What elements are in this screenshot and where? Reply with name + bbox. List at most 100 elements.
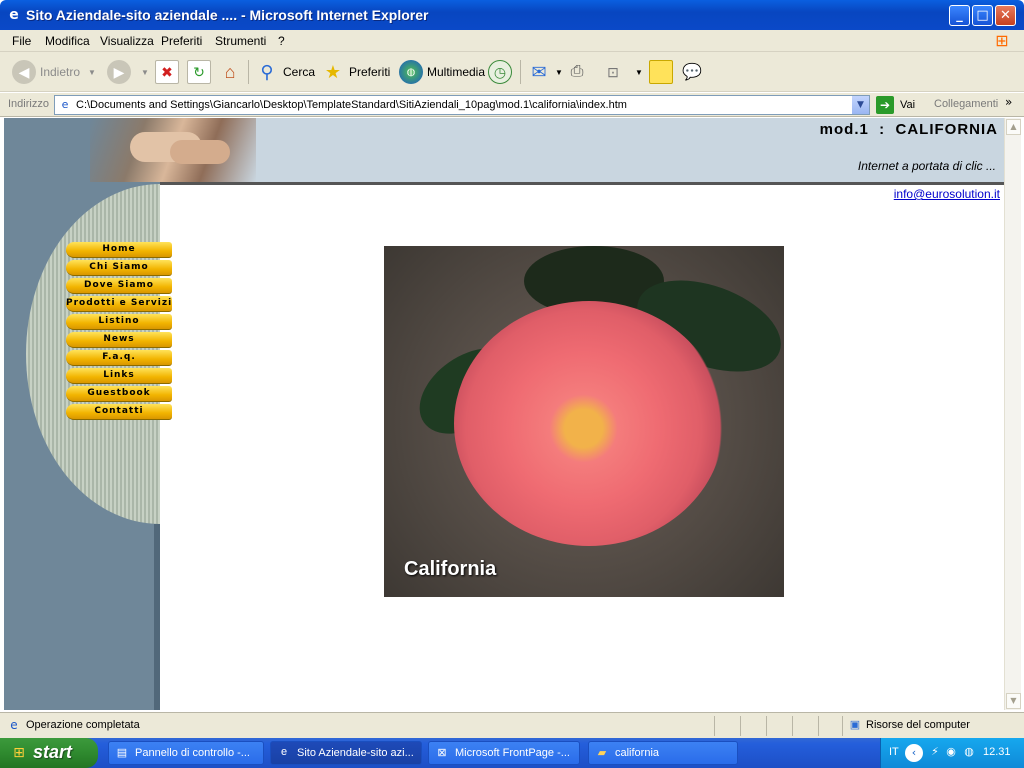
nav-guestbook[interactable]: Guestbook [66, 386, 172, 402]
go-button[interactable]: ➔ Vai [876, 96, 915, 114]
status-divider [766, 716, 767, 736]
folder-icon: ▰ [597, 747, 607, 759]
toolbar-separator [520, 60, 521, 84]
dropdown-arrow-icon: ▼ [635, 67, 643, 77]
page-subtitle: Internet a portata di clic ... [857, 159, 996, 173]
printer-icon: ⎙ [570, 63, 584, 80]
hand-shape [170, 140, 230, 164]
edit-icon: ⊡ [607, 63, 619, 80]
windows-logo-icon: ⊞ [995, 31, 1009, 50]
go-label: Vai [900, 99, 916, 111]
computer-icon: ▣ [849, 719, 861, 731]
frontpage-icon: ⊠ [437, 747, 447, 759]
dropdown-arrow-icon: ▼ [88, 67, 96, 77]
scroll-up-icon[interactable]: ▲ [1006, 119, 1021, 135]
media-button[interactable]: ◍ Multimedia [399, 58, 485, 86]
back-button[interactable]: ◀ Indietro ▼ [12, 58, 96, 86]
note-icon [649, 60, 673, 84]
nav-listino[interactable]: Listino [66, 314, 172, 330]
close-button[interactable]: ✕ [995, 5, 1016, 26]
network-icon[interactable]: ⚡ [927, 745, 943, 761]
search-label: Cerca [283, 65, 316, 79]
menu-strumenti[interactable]: Strumenti [215, 34, 266, 48]
status-divider [842, 716, 843, 736]
status-divider [740, 716, 741, 736]
discuss-button[interactable] [649, 58, 677, 86]
status-divider [818, 716, 819, 736]
nav-faq[interactable]: F.a.q. [66, 350, 172, 366]
control-panel-icon: ▤ [116, 747, 128, 759]
scroll-down-icon[interactable]: ▼ [1006, 693, 1021, 709]
address-label: Indirizzo [8, 98, 49, 110]
menu-help[interactable]: ? [278, 34, 285, 48]
favorites-button[interactable]: ★ Preferiti [321, 58, 390, 86]
task-label: Microsoft FrontPage -... [455, 747, 570, 759]
volume-icon[interactable]: ◉ [943, 745, 959, 761]
page-icon: e [61, 98, 69, 111]
nav-home[interactable]: Home [66, 242, 172, 258]
menu-visualizza[interactable]: Visualizza [100, 34, 154, 48]
taskbar: ⊞ start ▤ Pannello di controllo -... e S… [0, 738, 1024, 768]
status-divider [792, 716, 793, 736]
go-arrow-icon: ➔ [876, 96, 894, 114]
back-label: Indietro [40, 65, 81, 79]
title-bar[interactable]: e Sito Aziendale-sito aziendale .... - M… [0, 0, 1024, 30]
handshake-image [90, 118, 256, 182]
chevron-left-icon[interactable]: ‹ [905, 744, 923, 762]
security-zone: ▣ Risorse del computer [848, 718, 970, 732]
header-rule [154, 182, 1004, 185]
status-text: Operazione completata [26, 719, 140, 731]
task-california-folder[interactable]: ▰ california [588, 741, 738, 765]
search-icon: ⚲ [260, 61, 274, 82]
forward-button[interactable]: ▶ ▼ [107, 58, 149, 86]
address-url: C:\Documents and Settings\Giancarlo\Desk… [76, 99, 627, 111]
email-link[interactable]: info@eurosolution.it [894, 187, 1000, 201]
nav-news[interactable]: News [66, 332, 172, 348]
refresh-icon: ↻ [187, 60, 211, 84]
start-button[interactable]: ⊞ start [0, 738, 98, 768]
menu-file[interactable]: File [12, 34, 31, 48]
dropdown-arrow-icon: ▼ [141, 67, 149, 77]
nav-dove-siamo[interactable]: Dove Siamo [66, 278, 172, 294]
clock: 12.31 [983, 746, 1011, 758]
history-button[interactable]: ◷ [488, 58, 516, 86]
ie-icon: e [9, 7, 19, 23]
task-frontpage[interactable]: ⊠ Microsoft FrontPage -... [428, 741, 580, 765]
print-button[interactable]: ⎙ [565, 58, 593, 86]
search-button[interactable]: ⚲ Cerca [255, 58, 315, 86]
stop-button[interactable]: ✖ [155, 58, 183, 86]
address-input[interactable]: e C:\Documents and Settings\Giancarlo\De… [54, 95, 870, 115]
links-toolbar[interactable]: Collegamenti [934, 98, 998, 110]
camellia-flower [454, 301, 724, 546]
messenger-button[interactable]: 💬 [680, 58, 708, 86]
menu-preferiti[interactable]: Preferiti [161, 34, 202, 48]
chevron-right-icon[interactable]: » [1005, 95, 1012, 109]
refresh-button[interactable]: ↻ [187, 58, 215, 86]
task-internet-explorer[interactable]: e Sito Aziendale-sito azi... [270, 741, 422, 765]
page-icon: e [10, 718, 18, 732]
minimize-button[interactable]: _ [949, 5, 970, 26]
menu-modifica[interactable]: Modifica [45, 34, 90, 48]
nav-prodotti-servizi[interactable]: Prodotti e Servizi [66, 296, 172, 312]
start-label: start [33, 742, 73, 762]
menu-bar: File Modifica Visualizza Preferiti Strum… [0, 30, 1024, 52]
nav-chi-siamo[interactable]: Chi Siamo [66, 260, 172, 276]
history-icon: ◷ [488, 60, 512, 84]
globe-icon[interactable]: ◍ [961, 745, 977, 761]
task-control-panel[interactable]: ▤ Pannello di controllo -... [108, 741, 264, 765]
mail-button[interactable]: ✉ ▼ [527, 58, 562, 86]
nav-contatti[interactable]: Contatti [66, 404, 172, 420]
home-icon: ⌂ [224, 61, 236, 82]
media-label: Multimedia [427, 65, 486, 79]
page-title: mod.1 : CALIFORNIA [819, 121, 998, 138]
home-button[interactable]: ⌂ [218, 58, 246, 86]
stop-icon: ✖ [155, 60, 179, 84]
language-indicator[interactable]: IT [889, 746, 899, 758]
address-bar: Indirizzo e C:\Documents and Settings\Gi… [0, 93, 1024, 117]
maximize-button[interactable]: □ [972, 5, 993, 26]
vertical-scrollbar[interactable]: ▲ ▼ [1004, 118, 1021, 710]
address-dropdown-icon[interactable]: ▼ [852, 96, 869, 114]
toolbar-separator [248, 60, 249, 84]
nav-links[interactable]: Links [66, 368, 172, 384]
edit-button[interactable]: ⊡ ▼ [601, 58, 643, 86]
